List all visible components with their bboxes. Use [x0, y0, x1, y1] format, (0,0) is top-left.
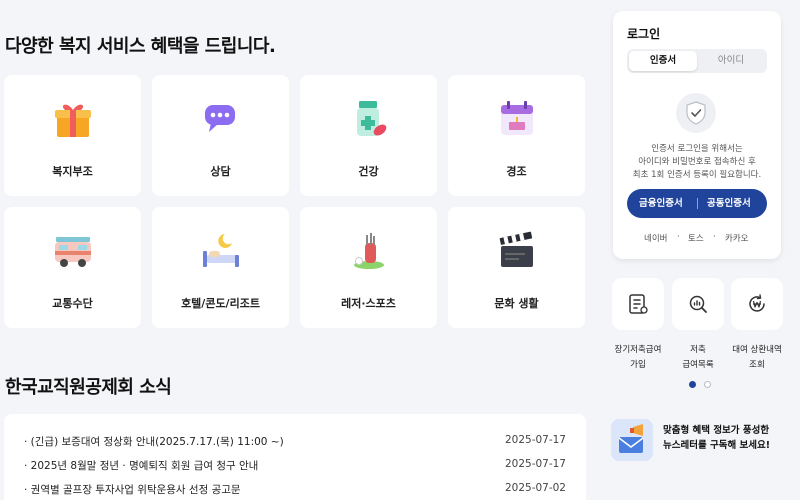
login-title: 로그인 — [627, 27, 661, 41]
pagination-dot-active[interactable] — [689, 381, 696, 388]
golf-bag-icon — [353, 233, 384, 269]
quick-label-line: 장기저축급여 — [614, 345, 662, 355]
login-desc-line: 최초 1회 인증서 등록이 필요합니다. — [632, 170, 762, 180]
certificate-buttons: 금융인증서 공동인증서 — [627, 189, 767, 218]
newsletter-banner[interactable]: 맞춤형 혜택 정보가 풍성한 뉴스레터를 구독해 보세요! — [611, 419, 786, 461]
service-label: 경조 — [506, 165, 527, 178]
services-title: 다양한 복지 서비스 혜택을 드립니다. — [5, 36, 276, 57]
login-tabs: 인증서 아이디 — [627, 49, 767, 73]
service-card-culture[interactable]: 문화 생활 — [448, 207, 585, 328]
newsletter-line: 뉴스레터를 구독해 보세요! — [663, 440, 771, 451]
news-text[interactable]: · (긴급) 보증대여 정상화 안내(2025.7.17.(목) 11:00 ~… — [24, 434, 284, 449]
service-card-hotel[interactable]: 호텔/콘도/리조트 — [152, 207, 289, 328]
tab-id[interactable]: 아이디 — [697, 51, 765, 71]
shield-check-icon — [676, 93, 716, 133]
public-cert-button[interactable]: 공동인증서 — [707, 189, 751, 218]
service-label: 레저·스포츠 — [341, 297, 396, 310]
service-card-health[interactable]: 건강 — [300, 75, 437, 196]
news-item[interactable]: · (긴급) 보증대여 정상화 안내(2025.7.17.(목) 11:00 ~… — [24, 434, 566, 450]
news-date: 2025-07-17 — [504, 458, 566, 470]
camper-van-icon — [54, 237, 91, 267]
quick-savings-list[interactable] — [672, 278, 724, 330]
login-description: 인증서 로그인을 위해서는 아이디와 비밀번호로 접속하신 후 최초 1회 인증… — [617, 143, 777, 182]
quick-label-line: 대여 상환내역 — [732, 345, 782, 355]
news-text[interactable]: · 2025년 8월말 정년 · 명예퇴직 회원 급여 청구 안내 — [24, 458, 258, 473]
service-label: 교통수단 — [52, 297, 93, 310]
newsletter-text: 맞춤형 혜택 정보가 풍성한 뉴스레터를 구독해 보세요! — [663, 423, 770, 453]
service-card-counsel[interactable]: 상담 — [152, 75, 289, 196]
medicine-icon — [356, 101, 386, 136]
quick-label-line: 조회 — [749, 360, 765, 370]
service-card-celebration[interactable]: 경조 — [448, 75, 585, 196]
kakao-login-link[interactable]: 카카오 — [725, 232, 748, 244]
pagination-dot[interactable] — [704, 381, 711, 388]
separator-dot: · — [713, 232, 716, 242]
news-title: 한국교직원공제회 소식 — [5, 377, 172, 398]
mail-megaphone-icon — [611, 419, 653, 461]
quick-label-line: 급여목록 — [682, 360, 714, 370]
quick-long-term-savings[interactable] — [612, 278, 664, 330]
news-text[interactable]: · 권역별 골프장 투자사업 위탁운용사 선정 공고문 — [24, 482, 241, 497]
won-refresh-icon — [749, 294, 765, 312]
service-label: 호텔/콘도/리조트 — [181, 297, 260, 310]
service-label: 상담 — [210, 165, 231, 178]
news-item[interactable]: · 권역별 골프장 투자사업 위탁운용사 선정 공고문 2025-07-02 — [24, 482, 566, 498]
login-desc-line: 인증서 로그인을 위해서는 — [651, 144, 743, 154]
news-list: · (긴급) 보증대여 정상화 안내(2025.7.17.(목) 11:00 ~… — [4, 414, 586, 500]
login-panel: 로그인 인증서 아이디 인증서 로그인을 위해서는 아이디와 비밀번호로 접속하… — [613, 11, 781, 259]
gift-icon — [54, 104, 91, 137]
naver-login-link[interactable]: 네이버 — [644, 232, 667, 244]
quick-label-line: 가입 — [630, 360, 646, 370]
service-card-transport[interactable]: 교통수단 — [4, 207, 141, 328]
news-item[interactable]: · 2025년 8월말 정년 · 명예퇴직 회원 급여 청구 안내 2025-0… — [24, 458, 566, 474]
service-grid: 복지부조 상담 건강 경조 교통수단 호텔/콘도/리조트 레저·스포츠 문화 생… — [4, 75, 586, 329]
quick-label: 장기저축급여 가입 — [606, 343, 670, 373]
calendar-cake-icon — [500, 101, 533, 135]
quick-label-line: 저축 — [690, 345, 706, 355]
newsletter-line: 맞춤형 혜택 정보가 풍성한 — [663, 425, 770, 436]
service-card-welfare[interactable]: 복지부조 — [4, 75, 141, 196]
tab-certificate[interactable]: 인증서 — [629, 51, 697, 71]
chat-bubble-icon — [204, 105, 235, 132]
news-date: 2025-07-02 — [504, 482, 566, 494]
financial-cert-button[interactable]: 금융인증서 — [639, 189, 683, 218]
magnifier-chart-icon — [689, 295, 707, 313]
bed-moon-icon — [202, 234, 239, 267]
service-label: 건강 — [358, 165, 379, 178]
button-divider — [697, 198, 698, 209]
clapperboard-icon — [499, 231, 533, 267]
service-label: 복지부조 — [52, 165, 93, 178]
service-label: 문화 생활 — [494, 297, 539, 310]
quick-label: 저축 급여목록 — [666, 343, 730, 373]
service-card-leisure[interactable]: 레저·스포츠 — [300, 207, 437, 328]
login-desc-line: 아이디와 비밀번호로 접속하신 후 — [638, 157, 756, 167]
quick-label: 대여 상환내역 조회 — [725, 343, 789, 373]
main-content: 다양한 복지 서비스 혜택을 드립니다. 복지부조 상담 건강 경조 교통수단 … — [0, 0, 600, 500]
document-icon — [629, 294, 648, 314]
quick-repayment-history[interactable] — [731, 278, 783, 330]
news-date: 2025-07-17 — [504, 434, 566, 446]
toss-login-link[interactable]: 토스 — [688, 232, 704, 244]
separator-dot: · — [677, 232, 680, 242]
